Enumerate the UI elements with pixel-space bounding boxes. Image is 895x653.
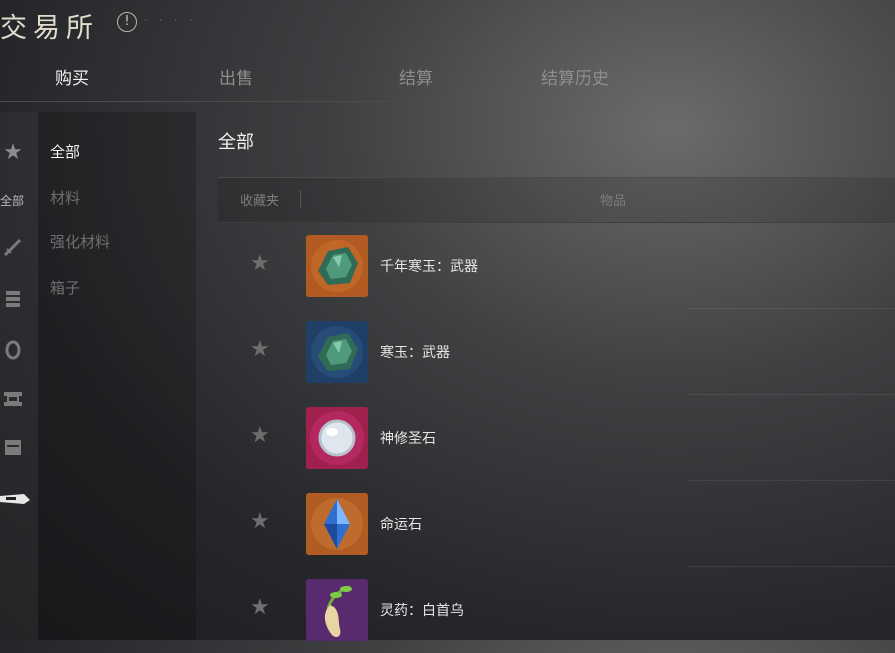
- column-header-row: 收藏夹 物品: [218, 178, 895, 222]
- info-circle-icon[interactable]: !: [117, 12, 137, 32]
- star-icon[interactable]: ★: [0, 140, 26, 166]
- armor-icon[interactable]: [0, 288, 26, 314]
- green-jade-icon: [306, 235, 368, 297]
- favorite-star-icon[interactable]: ★: [250, 597, 270, 619]
- column-header-item[interactable]: 物品: [600, 190, 626, 209]
- tab-settle-history[interactable]: 结算历史: [541, 64, 609, 89]
- faint-header-text: · · · ·: [144, 14, 197, 27]
- tab-settle[interactable]: 结算: [399, 64, 433, 89]
- item-name: 灵药：白首乌: [380, 603, 464, 619]
- window-title: 交易所: [0, 13, 99, 44]
- table-row[interactable]: ★ 千年寒玉：武器: [218, 223, 895, 309]
- favorite-star-icon[interactable]: ★: [250, 511, 270, 533]
- category-materials[interactable]: 材料: [50, 187, 80, 208]
- white-orb-icon: [306, 407, 368, 469]
- tab-divider: [0, 101, 405, 102]
- left-rail: ★ 全部: [0, 112, 38, 640]
- chest-icon[interactable]: [0, 436, 26, 462]
- favorite-star-icon[interactable]: ★: [250, 339, 270, 361]
- tab-sell[interactable]: 出售: [219, 64, 253, 89]
- herb-root-icon: [306, 579, 368, 641]
- item-name: 千年寒玉：武器: [380, 259, 478, 275]
- column-header-favorite[interactable]: 收藏夹: [240, 190, 279, 209]
- table-row[interactable]: ★ 命运石: [218, 481, 895, 567]
- green-jade-icon: [306, 321, 368, 383]
- scroll-icon[interactable]: [0, 388, 26, 414]
- tab-bar: 购买 出售 结算 结算历史: [0, 52, 895, 102]
- rail-label-all[interactable]: 全部: [0, 192, 24, 209]
- item-name: 神修圣石: [380, 431, 436, 447]
- favorite-star-icon[interactable]: ★: [250, 425, 270, 447]
- sword-icon[interactable]: [0, 236, 26, 262]
- category-panel: 全部 材料 强化材料 箱子: [38, 112, 196, 640]
- table-row[interactable]: ★ 灵药：白首乌: [218, 567, 895, 653]
- category-boxes[interactable]: 箱子: [50, 277, 80, 298]
- item-name: 命运石: [380, 517, 422, 533]
- ring-icon[interactable]: [0, 338, 26, 364]
- category-all[interactable]: 全部: [50, 141, 80, 162]
- main-heading: 全部: [218, 132, 254, 153]
- item-name: 寒玉：武器: [380, 345, 450, 361]
- category-enhance-materials[interactable]: 强化材料: [50, 231, 110, 252]
- blue-crystal-icon: [306, 493, 368, 555]
- table-row[interactable]: ★ 神修圣石: [218, 395, 895, 481]
- table-row[interactable]: ★ 寒玉：武器: [218, 309, 895, 395]
- tab-buy[interactable]: 购买: [55, 64, 89, 89]
- column-divider: [300, 190, 301, 208]
- favorite-star-icon[interactable]: ★: [250, 253, 270, 275]
- eye-mask-icon[interactable]: [0, 488, 30, 514]
